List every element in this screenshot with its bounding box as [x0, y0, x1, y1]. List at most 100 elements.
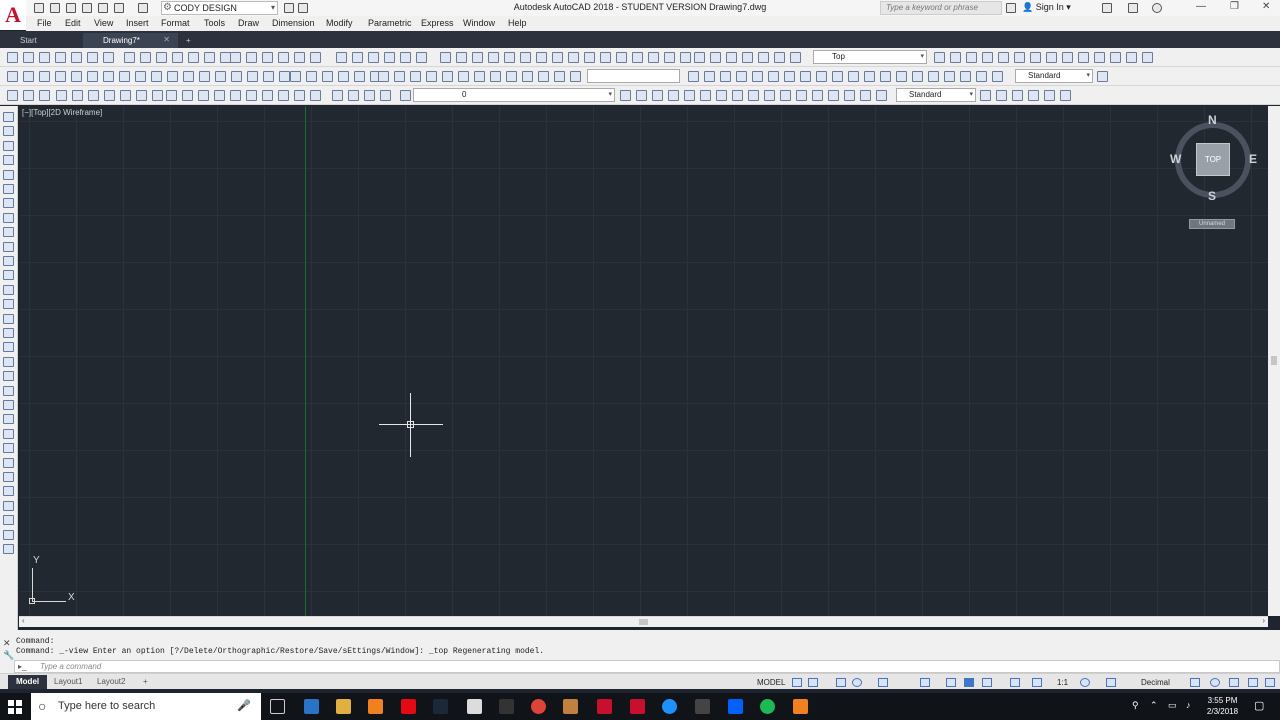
- chrome-icon[interactable]: [531, 699, 546, 714]
- draw-tool-icon[interactable]: [928, 71, 939, 82]
- draw-tool-icon[interactable]: [442, 71, 453, 82]
- layer-tool-icon[interactable]: [764, 90, 775, 101]
- standard-tool-icon[interactable]: [368, 52, 379, 63]
- tab-start[interactable]: Start: [0, 33, 90, 48]
- draw-tool-icon[interactable]: [306, 71, 317, 82]
- draw-tool-icon[interactable]: [378, 71, 389, 82]
- microphone-icon[interactable]: 🎤: [237, 693, 251, 720]
- standard-tool-icon[interactable]: [230, 52, 241, 63]
- otrack-icon[interactable]: [920, 678, 930, 687]
- layer-tool-icon[interactable]: [828, 90, 839, 101]
- layer-tool-icon[interactable]: [214, 90, 225, 101]
- standard-tool-icon[interactable]: [172, 52, 183, 63]
- layer-tool-icon[interactable]: [780, 90, 791, 101]
- viewport-controls[interactable]: [−][Top][2D Wireframe]: [22, 108, 102, 117]
- draw-tool-icon[interactable]: [290, 71, 301, 82]
- network-icon[interactable]: ▭: [1168, 700, 1177, 711]
- draw-tool-icon[interactable]: [704, 71, 715, 82]
- app-icon[interactable]: [793, 699, 808, 714]
- draw-tool-icon[interactable]: [752, 71, 763, 82]
- windows-start-button[interactable]: [0, 693, 30, 720]
- draw-tool-icon[interactable]: [354, 71, 365, 82]
- layer-tool-icon[interactable]: [7, 90, 18, 101]
- compass-south[interactable]: S: [1208, 189, 1216, 203]
- standard-tool-icon[interactable]: [262, 52, 273, 63]
- draw-tool-icon[interactable]: [394, 71, 405, 82]
- standard-tool-icon[interactable]: [336, 52, 347, 63]
- draw-tool-icon[interactable]: [3, 198, 14, 208]
- standard-tool-icon[interactable]: [440, 52, 451, 63]
- standard-tool-icon[interactable]: [758, 52, 769, 63]
- layer-tool-icon[interactable]: [796, 90, 807, 101]
- app-icon[interactable]: [695, 699, 710, 714]
- tray-chevron-icon[interactable]: ⌃: [1150, 700, 1158, 711]
- standard-tool-icon[interactable]: [71, 52, 82, 63]
- standard-tool-icon[interactable]: [156, 52, 167, 63]
- layer-tool-icon[interactable]: [104, 90, 115, 101]
- layer-tool-icon[interactable]: [748, 90, 759, 101]
- annotation-visibility-icon[interactable]: [1010, 678, 1020, 687]
- draw-tool-icon[interactable]: [3, 544, 14, 554]
- draw-tool-icon[interactable]: [3, 256, 14, 266]
- draw-tool-icon[interactable]: [55, 71, 66, 82]
- binoculars-icon[interactable]: [1006, 3, 1016, 13]
- isolate-objects-icon[interactable]: [1210, 678, 1220, 687]
- scroll-left-icon[interactable]: ‹: [22, 616, 25, 625]
- draw-tool-icon[interactable]: [3, 112, 14, 122]
- new-tab-button[interactable]: +: [166, 33, 191, 48]
- gear-icon[interactable]: [1080, 678, 1090, 687]
- layer-tool-icon[interactable]: [812, 90, 823, 101]
- standard-tool-icon[interactable]: [310, 52, 321, 63]
- layer-tool-icon[interactable]: [1060, 90, 1071, 101]
- draw-tool-icon[interactable]: [992, 71, 1003, 82]
- compass-east[interactable]: E: [1249, 152, 1257, 166]
- standard-tool-icon[interactable]: [188, 52, 199, 63]
- steam-icon[interactable]: [433, 699, 448, 714]
- layer-tool-icon[interactable]: [166, 90, 177, 101]
- standard-tool-icon[interactable]: [664, 52, 675, 63]
- polar-icon[interactable]: [852, 678, 862, 687]
- layer-tool-icon[interactable]: [120, 90, 131, 101]
- standard-tool-icon[interactable]: [7, 52, 18, 63]
- draw-tool-icon[interactable]: [3, 400, 14, 410]
- layer-select[interactable]: 0 ▾: [413, 88, 615, 102]
- draw-tool-icon[interactable]: [3, 486, 14, 496]
- standard-tool-icon[interactable]: [600, 52, 611, 63]
- draw-tool-icon[interactable]: [474, 71, 485, 82]
- draw-tool-icon[interactable]: [183, 71, 194, 82]
- system-clock[interactable]: 3:55 PM 2/3/2018: [1200, 695, 1245, 717]
- standard-tool-icon[interactable]: [1094, 52, 1105, 63]
- menu-format[interactable]: Format: [161, 18, 190, 28]
- layer-tool-icon[interactable]: [23, 90, 34, 101]
- compass-north[interactable]: N: [1208, 113, 1217, 127]
- draw-tool-icon[interactable]: [880, 71, 891, 82]
- layer-tool-icon[interactable]: [876, 90, 887, 101]
- wrench-icon[interactable]: 🔧: [3, 650, 14, 661]
- standard-tool-icon[interactable]: [55, 52, 66, 63]
- standard-tool-icon[interactable]: [294, 52, 305, 63]
- tab-drawing[interactable]: Drawing7* ✕: [83, 33, 178, 48]
- draw-tool-icon[interactable]: [3, 414, 14, 424]
- standard-tool-icon[interactable]: [520, 52, 531, 63]
- standard-tool-icon[interactable]: [384, 52, 395, 63]
- layer-tool-icon[interactable]: [684, 90, 695, 101]
- layer-tool-icon[interactable]: [262, 90, 273, 101]
- autocad-taskbar-icon[interactable]: [597, 699, 612, 714]
- layer-tool-icon[interactable]: [1012, 90, 1023, 101]
- draw-tool-icon[interactable]: [3, 342, 14, 352]
- standard-tool-icon[interactable]: [742, 52, 753, 63]
- layer-tool-icon[interactable]: [278, 90, 289, 101]
- menu-modify[interactable]: Modify: [326, 18, 353, 28]
- draw-tool-icon[interactable]: [3, 515, 14, 525]
- menu-express[interactable]: Express: [421, 18, 454, 28]
- standard-tool-icon[interactable]: [774, 52, 785, 63]
- standard-tool-icon[interactable]: [1110, 52, 1121, 63]
- taskbar-search-input[interactable]: ○ Type here to search 🎤: [31, 693, 261, 720]
- prompt-icon[interactable]: ▸_: [18, 661, 26, 672]
- draw-tool-icon[interactable]: [1097, 71, 1108, 82]
- standard-tool-icon[interactable]: [632, 52, 643, 63]
- layer-tool-icon[interactable]: [364, 90, 375, 101]
- lineweight-icon[interactable]: [946, 678, 956, 687]
- viewcube-top-face[interactable]: TOP: [1196, 143, 1230, 176]
- tab-layout2[interactable]: Layout2: [89, 675, 133, 689]
